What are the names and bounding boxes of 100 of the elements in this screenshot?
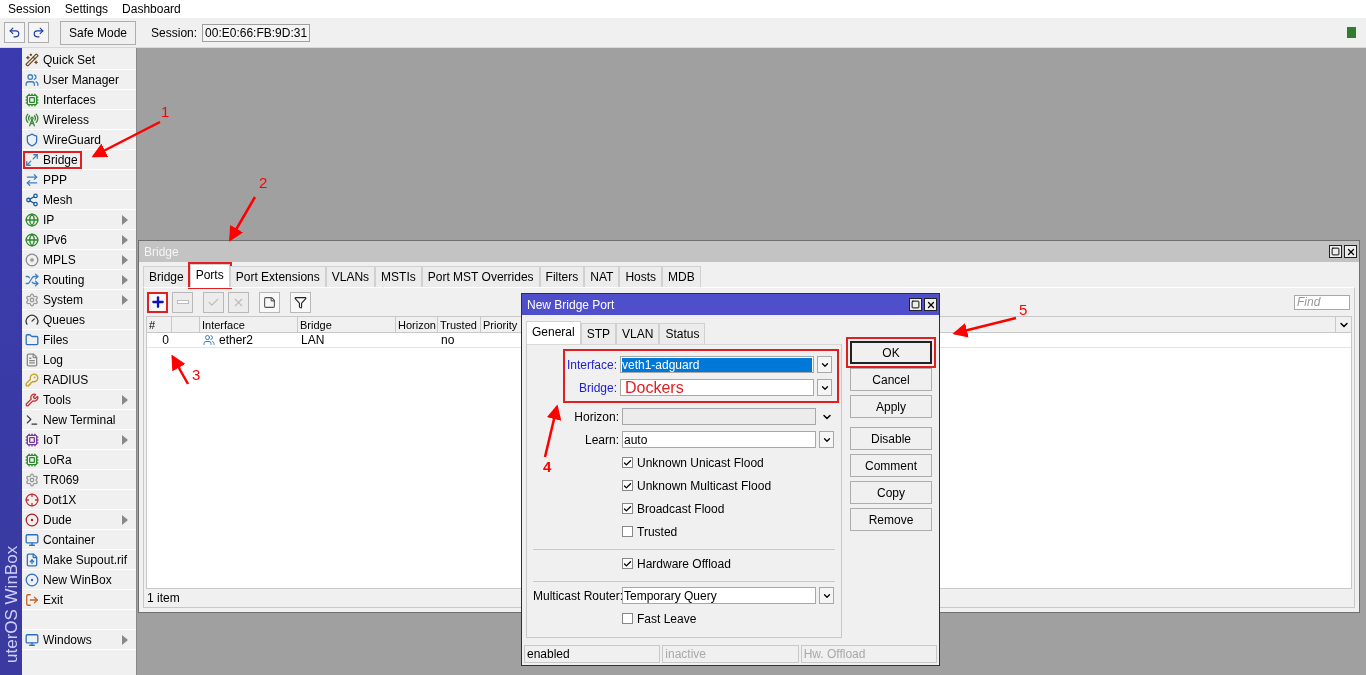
tab[interactable]: VLANs	[325, 266, 376, 287]
tab[interactable]: MSTIs	[375, 266, 422, 287]
find-field[interactable]: Find	[1294, 294, 1350, 310]
dropdown-button[interactable]	[817, 379, 832, 396]
sidebar-item[interactable]: Routing	[22, 270, 136, 290]
checkbox[interactable]: Broadcast Flood	[622, 499, 725, 518]
dialog-button[interactable]: Comment	[850, 454, 932, 477]
sidebar-item[interactable]: System	[22, 290, 136, 310]
dialog-button[interactable]: Copy	[850, 481, 932, 504]
menu-label: WireGuard	[43, 132, 101, 147]
menu-item[interactable]: Session	[8, 2, 51, 16]
sidebar-item[interactable]: Windows	[22, 630, 136, 650]
sidebar-item[interactable]: Interfaces	[22, 90, 136, 110]
sidebar-item[interactable]: Make Supout.rif	[22, 550, 136, 570]
checkmark-icon	[623, 558, 632, 569]
sidebar-item[interactable]: TR069	[22, 470, 136, 490]
dialog-button[interactable]: Cancel	[850, 368, 932, 391]
sidebar-item[interactable]: Bridge	[22, 150, 136, 170]
sidebar-item[interactable]: Dot1X	[22, 490, 136, 510]
sidebar-item[interactable]: IP	[22, 210, 136, 230]
checkmark-icon	[623, 480, 632, 491]
undo-icon	[8, 26, 21, 39]
select-field[interactable]: veth1-adguard	[620, 356, 814, 373]
menu-item[interactable]: Dashboard	[122, 2, 181, 16]
add-button[interactable]	[147, 291, 168, 313]
column-header[interactable]: Trusted	[438, 317, 481, 332]
maximize-button[interactable]	[1329, 245, 1342, 258]
sidebar-item[interactable]: IoT	[22, 430, 136, 450]
tab[interactable]: Ports	[189, 264, 230, 287]
sidebar-item[interactable]: Files	[22, 330, 136, 350]
menu-item[interactable]: Settings	[64, 2, 109, 16]
sidebar-item[interactable]: Queues	[22, 310, 136, 330]
dropdown-button[interactable]	[817, 356, 832, 373]
checkmark-icon	[623, 457, 632, 468]
globe-icon	[25, 212, 39, 227]
comment-button[interactable]	[259, 291, 280, 313]
column-header[interactable]: #	[147, 317, 172, 332]
safe-mode-button[interactable]: Safe Mode	[60, 20, 137, 45]
redo-button[interactable]	[28, 22, 49, 43]
tab[interactable]: STP	[580, 323, 617, 344]
tab[interactable]: Filters	[539, 266, 585, 287]
sidebar-item[interactable]: New WinBox	[22, 570, 136, 590]
select-field[interactable]: Temporary Query	[622, 587, 816, 604]
checkbox[interactable]: Hardware Offload	[622, 554, 731, 573]
maximize-button[interactable]	[909, 298, 922, 311]
field-label: Learn:	[583, 432, 619, 447]
sidebar-item[interactable]: IPv6	[22, 230, 136, 250]
dropdown-button[interactable]	[819, 431, 834, 448]
tab[interactable]: Hosts	[619, 266, 663, 287]
column-header[interactable]: Horizon	[396, 317, 438, 332]
tab[interactable]: MDB	[662, 266, 701, 287]
dropdown-button[interactable]	[819, 587, 834, 604]
tab[interactable]: Port MST Overrides	[421, 266, 540, 287]
sidebar-item[interactable]: Exit	[22, 590, 136, 610]
sidebar-item[interactable]: Quick Set	[22, 50, 136, 70]
sidebar-item[interactable]: Container	[22, 530, 136, 550]
sidebar-item[interactable]: Dude	[22, 510, 136, 530]
checkbox[interactable]: Unknown Multicast Flood	[622, 476, 772, 495]
tab[interactable]: Port Extensions	[229, 266, 326, 287]
close-button[interactable]	[924, 298, 937, 311]
sidebar-item[interactable]: Log	[22, 350, 136, 370]
chip-icon	[25, 452, 39, 467]
checkbox[interactable]: Trusted	[622, 522, 678, 541]
sidebar-item[interactable]: User Manager	[22, 70, 136, 90]
gear-icon	[25, 472, 39, 487]
status-field: Hw. Offload	[800, 645, 937, 663]
sidebar-item[interactable]: Mesh	[22, 190, 136, 210]
chip-icon	[25, 92, 39, 107]
tab[interactable]: VLAN	[616, 323, 660, 344]
tab[interactable]: Status	[659, 323, 706, 344]
select-field[interactable]: auto	[622, 431, 816, 448]
column-header[interactable]: Bridge	[298, 317, 396, 332]
sidebar-item[interactable]: MPLS	[22, 250, 136, 270]
dialog-button[interactable]: Disable	[850, 427, 932, 450]
sidebar-item[interactable]: Wireless	[22, 110, 136, 130]
select-field[interactable]: Dockers	[620, 379, 814, 396]
dialog-button[interactable]: Remove	[850, 508, 932, 531]
sidebar-item[interactable]: LoRa	[22, 450, 136, 470]
terminal-icon	[25, 412, 39, 427]
tab[interactable]: General	[526, 321, 581, 344]
dialog-button[interactable]: Apply	[850, 395, 932, 418]
checkbox[interactable]: Unknown Unicast Flood	[622, 453, 764, 472]
combo-field[interactable]	[622, 408, 816, 425]
undo-button[interactable]	[4, 22, 25, 43]
close-button[interactable]	[1344, 245, 1357, 258]
annotation-arrow	[952, 316, 1017, 338]
arrows-icon	[25, 172, 39, 187]
antenna-icon	[25, 112, 39, 127]
sidebar-item[interactable]: PPP	[22, 170, 136, 190]
sidebar-item[interactable]: Tools	[22, 390, 136, 410]
sidebar-item[interactable]: WireGuard	[22, 130, 136, 150]
filter-button[interactable]	[290, 291, 311, 313]
sidebar-item[interactable]: New Terminal	[22, 410, 136, 430]
tab[interactable]: NAT	[584, 266, 620, 287]
tab[interactable]: Bridge	[143, 266, 190, 287]
wand-icon	[25, 52, 39, 67]
brand-text: uterOS WinBox	[2, 545, 22, 663]
sidebar-item[interactable]: RADIUS	[22, 370, 136, 390]
column-header[interactable]: Interface	[200, 317, 298, 332]
checkbox[interactable]: Fast Leave	[622, 609, 697, 628]
